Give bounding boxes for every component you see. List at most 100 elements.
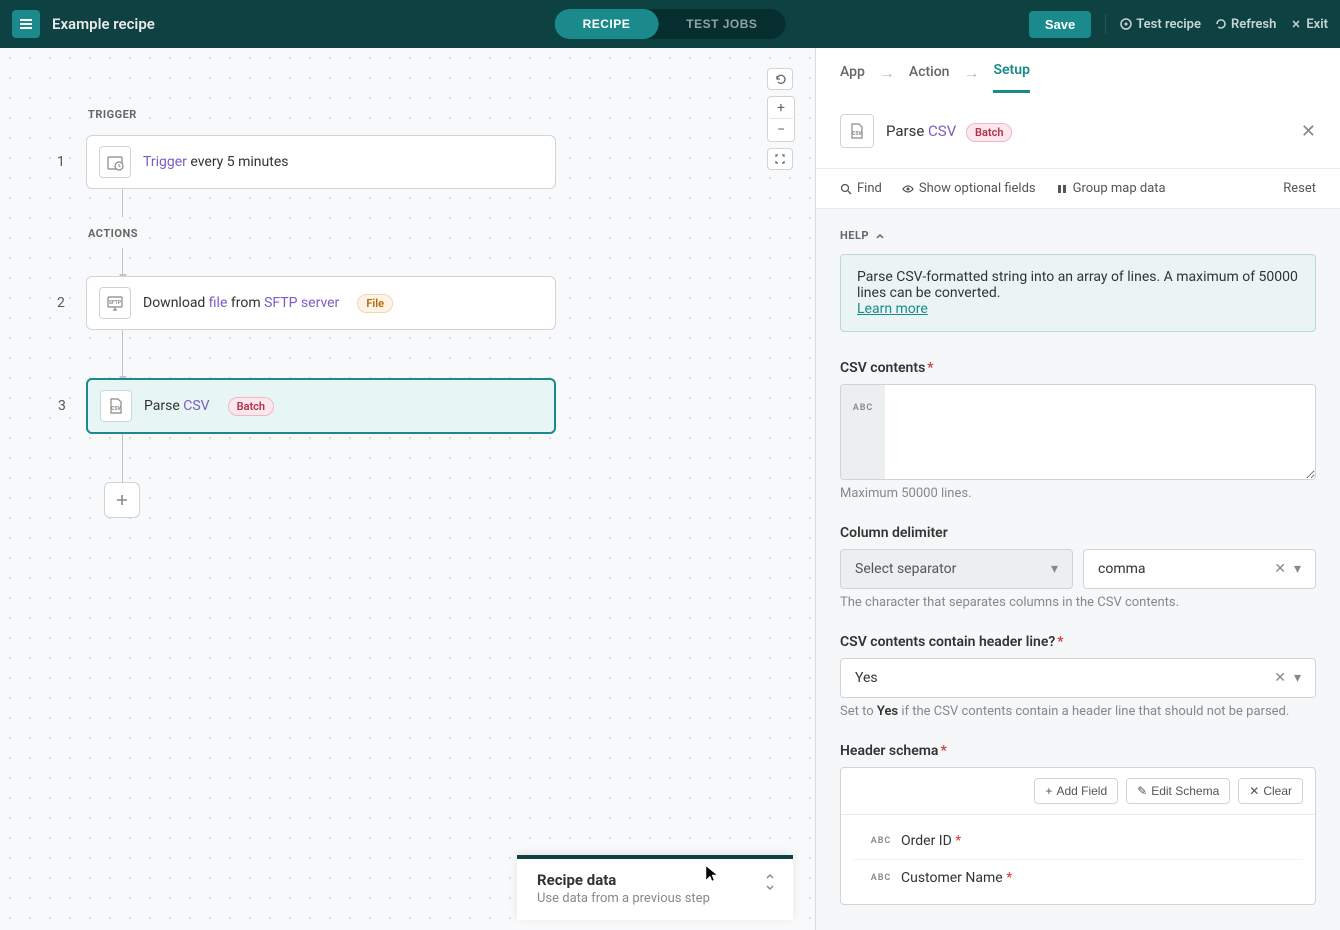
resize-icon (763, 873, 777, 891)
field-hint: Set to Yes if the CSV contents contain a… (840, 704, 1316, 719)
csv-icon: CSV (100, 390, 132, 422)
close-panel-button[interactable]: ✕ (1301, 121, 1316, 142)
setup-panel: App → Action → Setup CSV Parse CSV Batch… (816, 48, 1340, 930)
panel-tabs: App → Action → Setup (816, 48, 1340, 94)
step-text: Parse CSV (144, 398, 210, 414)
field-csv-contents: CSV contents* ABC Maximum 50000 lines. (840, 360, 1316, 501)
recipe-title: Example recipe (52, 15, 155, 33)
menu-icon (18, 16, 34, 32)
delimiter-value[interactable]: comma ✕▾ (1083, 549, 1316, 589)
abc-badge: ABC (841, 385, 885, 479)
abc-badge: ABC (861, 873, 901, 883)
undo-icon (773, 72, 787, 86)
step-download[interactable]: 2 SFTP Download file from SFTP server Fi… (86, 276, 556, 330)
recipe-data-title: Recipe data (537, 871, 773, 889)
plus-icon: + (1045, 784, 1052, 798)
expand-button[interactable] (763, 873, 777, 891)
exit-link[interactable]: Exit (1290, 17, 1328, 32)
test-recipe-link[interactable]: Test recipe (1120, 17, 1201, 32)
file-pill: File (357, 294, 393, 313)
recipe-data-panel[interactable]: Recipe data Use data from a previous ste… (517, 855, 793, 920)
tab-setup[interactable]: Setup (993, 62, 1029, 93)
batch-pill: Batch (228, 397, 274, 416)
eye-icon (902, 183, 914, 195)
panel-title: Parse CSV Batch (886, 122, 1289, 140)
field-header-line: CSV contents contain header line?* Yes ✕… (840, 634, 1316, 719)
connector (122, 248, 123, 276)
field-hint: The character that separates columns in … (840, 595, 1316, 610)
step-number: 3 (58, 398, 66, 414)
clear-schema-button[interactable]: ✕Clear (1238, 778, 1303, 804)
help-box: Parse CSV-formatted string into an array… (840, 254, 1316, 332)
undo-button[interactable] (767, 68, 793, 90)
pencil-icon: ✎ (1137, 784, 1147, 798)
actions-section-label: ACTIONS (88, 227, 815, 240)
delimiter-select[interactable]: Select separator ▾ (840, 549, 1073, 589)
tab-recipe[interactable]: RECIPE (555, 9, 659, 39)
connector (122, 330, 123, 378)
tab-test-jobs[interactable]: TEST JOBS (658, 9, 785, 39)
step-trigger[interactable]: 1 Trigger every 5 minutes (86, 135, 556, 189)
clear-icon[interactable]: ✕ (1274, 670, 1286, 686)
abc-badge: ABC (861, 836, 901, 846)
step-text: Download file from SFTP server (143, 295, 339, 311)
chevron-up-icon (875, 231, 885, 241)
field-header-schema: Header schema* +Add Field ✎Edit Schema ✕… (840, 743, 1316, 905)
panel-header: CSV Parse CSV Batch ✕ (816, 94, 1340, 169)
zoom-out-button[interactable]: − (768, 119, 794, 141)
trigger-section-label: TRIGGER (88, 108, 815, 121)
field-delimiter: Column delimiter Select separator ▾ comm… (840, 525, 1316, 610)
connector (122, 189, 123, 217)
gear-icon (1120, 18, 1132, 30)
svg-text:CSV: CSV (111, 406, 121, 412)
refresh-icon (1215, 18, 1227, 30)
connector (122, 434, 123, 482)
search-icon (840, 183, 852, 195)
step-text: Trigger every 5 minutes (143, 154, 288, 170)
recipe-data-subtitle: Use data from a previous step (537, 891, 773, 906)
arrow-icon: → (879, 63, 895, 83)
clear-icon[interactable]: ✕ (1274, 561, 1286, 577)
zoom-in-button[interactable]: + (768, 97, 794, 119)
plus-icon (114, 492, 130, 508)
fit-button[interactable] (767, 148, 793, 170)
divider (1105, 14, 1106, 34)
save-button[interactable]: Save (1029, 11, 1091, 38)
field-hint: Maximum 50000 lines. (840, 486, 1316, 501)
chevron-down-icon: ▾ (1294, 561, 1301, 577)
edit-schema-button[interactable]: ✎Edit Schema (1126, 778, 1230, 804)
step-number: 2 (57, 295, 65, 311)
reset-button[interactable]: Reset (1283, 181, 1316, 196)
group-icon (1056, 183, 1068, 195)
header-line-select[interactable]: Yes ✕▾ (840, 658, 1316, 698)
chevron-down-icon: ▾ (1051, 561, 1058, 577)
tab-app[interactable]: App (840, 64, 865, 92)
group-map-button[interactable]: Group map data (1056, 181, 1166, 196)
recipe-canvas[interactable]: TRIGGER 1 Trigger every 5 minutes ACTION… (0, 48, 816, 930)
csv-icon: CSV (840, 114, 874, 148)
view-toggle: RECIPE TEST JOBS (555, 9, 786, 39)
clear-icon: ✕ (1249, 784, 1259, 798)
menu-button[interactable] (12, 10, 40, 38)
add-step-button[interactable] (104, 482, 140, 518)
schema-field-row[interactable]: ABC Order ID * (853, 823, 1303, 860)
refresh-link[interactable]: Refresh (1215, 17, 1276, 32)
show-optional-button[interactable]: Show optional fields (902, 181, 1036, 196)
chevron-down-icon: ▾ (1294, 670, 1301, 686)
step-parse-csv[interactable]: 3 CSV Parse CSV Batch (86, 378, 556, 434)
help-toggle[interactable]: HELP (840, 229, 1316, 242)
add-field-button[interactable]: +Add Field (1034, 778, 1118, 804)
clock-icon (99, 146, 131, 178)
learn-more-link[interactable]: Learn more (857, 301, 928, 317)
panel-toolbar: Find Show optional fields Group map data… (816, 169, 1340, 209)
schema-field-row[interactable]: ABC Customer Name * (853, 860, 1303, 896)
find-button[interactable]: Find (840, 181, 882, 196)
canvas-controls: + − (767, 68, 795, 170)
close-icon (1290, 18, 1302, 30)
svg-text:CSV: CSV (852, 131, 862, 137)
csv-contents-input[interactable] (885, 385, 1315, 479)
app-header: Example recipe RECIPE TEST JOBS Save Tes… (0, 0, 1340, 48)
sftp-icon: SFTP (99, 287, 131, 319)
tab-action[interactable]: Action (909, 64, 950, 92)
fit-icon (774, 153, 786, 165)
